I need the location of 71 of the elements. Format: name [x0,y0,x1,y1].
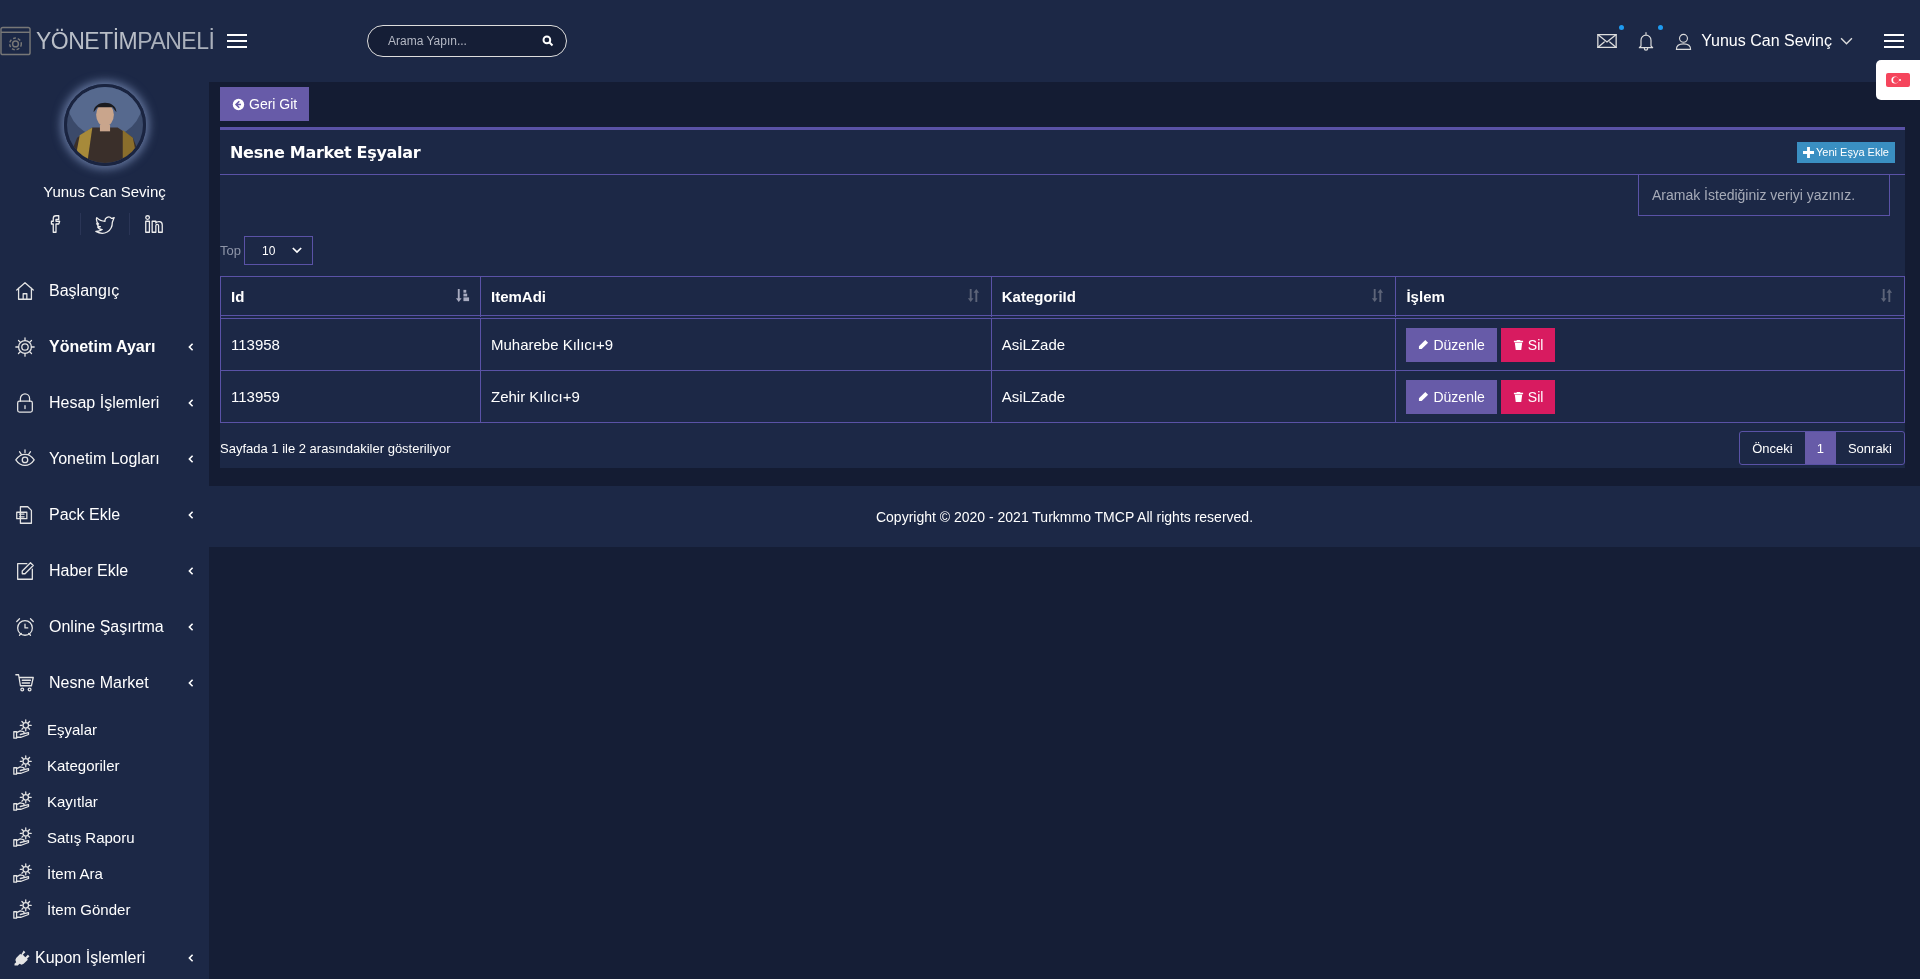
flag-icon [1886,73,1910,87]
trash-icon [1512,391,1524,402]
sidebar-item[interactable]: Nesne Market [0,655,209,711]
menu-icon[interactable] [227,33,247,49]
copyright-text: Copyright © 2020 - 2021 Turkmmo TMCP All rights reserved. [875,508,1254,525]
sidebar-item[interactable]: Hesap İşlemleri [0,375,209,431]
table-cell: 113959 [221,370,481,422]
table-cell: 113958 [221,319,481,370]
page-size-label: Top [220,243,241,258]
pencil-icon [1418,391,1430,402]
mail-icon[interactable] [1596,31,1619,51]
padlock-icon [14,392,36,414]
plus-icon [1803,146,1814,158]
table-info: Sayfada 1 ile 2 arasındakiler gösteriliyor [220,440,451,456]
page-button[interactable]: Önceki [1740,432,1805,464]
settings-icon [14,336,36,358]
caret-icon [1840,36,1853,46]
sidebar-item[interactable]: Pack Ekle [0,487,209,543]
back-button[interactable]: Geri Git [220,87,310,121]
gear-hand-icon [12,862,34,884]
add-button[interactable]: Yeni Eşya Ekle [1797,141,1895,163]
search-field[interactable]: Aramak İstediğiniz veriyi yazınız. [1638,175,1890,216]
search-icon [542,35,554,47]
sidebar-item[interactable]: Başlangıç [0,263,209,319]
table-cell: AsiLZade [991,319,1397,370]
cart-icon [14,672,36,694]
delete-button[interactable]: Sil [1500,379,1556,414]
sidebar-item[interactable]: Online Şaşırtma [0,599,209,655]
gear-hand-icon [12,898,34,920]
sidebar-subitem[interactable]: Kayıtlar [0,783,209,819]
sidebar-subitem[interactable]: Eşyalar [0,711,209,747]
column-header[interactable]: ItemAdi [481,277,992,319]
column-header[interactable]: KategoriId [991,277,1397,319]
table-cell: Muharebe Kılıcı+9 [481,319,992,370]
table-cell: Zehir Kılıcı+9 [481,370,992,422]
edit-button[interactable]: Düzenle [1406,327,1497,362]
logo-icon [0,26,31,56]
logo-text: YÖNETİMPANELİ [36,27,215,55]
page-button[interactable]: Sonraki [1835,432,1904,464]
sidebar-subitem[interactable]: İtem Ara [0,855,209,891]
gear-hand-icon [12,754,34,776]
user-menu[interactable]: Yunus Can Sevinç [1674,30,1853,52]
sidebar-subitem[interactable]: Kategoriler [0,747,209,783]
trash-icon [1512,339,1524,350]
page-size-select[interactable]: 10 [243,236,313,265]
sidebar-item[interactable]: Yonetim Logları [0,431,209,487]
back-arrow-icon [232,97,245,111]
edit-button[interactable]: Düzenle [1406,379,1497,414]
column-header[interactable]: Id [221,277,481,319]
sidebar-item[interactable]: Haber Ekle [0,543,209,599]
gear-hand-icon [12,718,34,740]
user-name: Yunus Can Sevinç [43,183,166,200]
table-cell: AsiLZade [991,370,1397,422]
card-title: Nesne Market Eşyalar [230,142,421,162]
menu-icon[interactable] [1884,33,1904,49]
sidebar-subitem[interactable]: İtem Gönder [0,891,209,927]
pencil-icon [1418,339,1430,350]
edit-icon [14,560,36,582]
delete-button[interactable]: Sil [1500,327,1556,362]
plug-icon [12,948,32,968]
sidebar-subitem[interactable]: Satış Raporu [0,819,209,855]
column-header[interactable]: İşlem [1396,277,1904,319]
language-button[interactable] [1876,60,1920,100]
caret-icon [291,247,302,254]
gear-hand-icon [12,826,34,848]
page-button[interactable]: 1 [1804,432,1836,464]
sidebar-item[interactable]: Kupon İşlemleri [0,935,209,979]
alarm-clock-icon [14,616,36,638]
home-icon [14,280,36,302]
sidebar-item[interactable]: Yönetim Ayarı [0,319,209,375]
gear-hand-icon [12,790,34,812]
